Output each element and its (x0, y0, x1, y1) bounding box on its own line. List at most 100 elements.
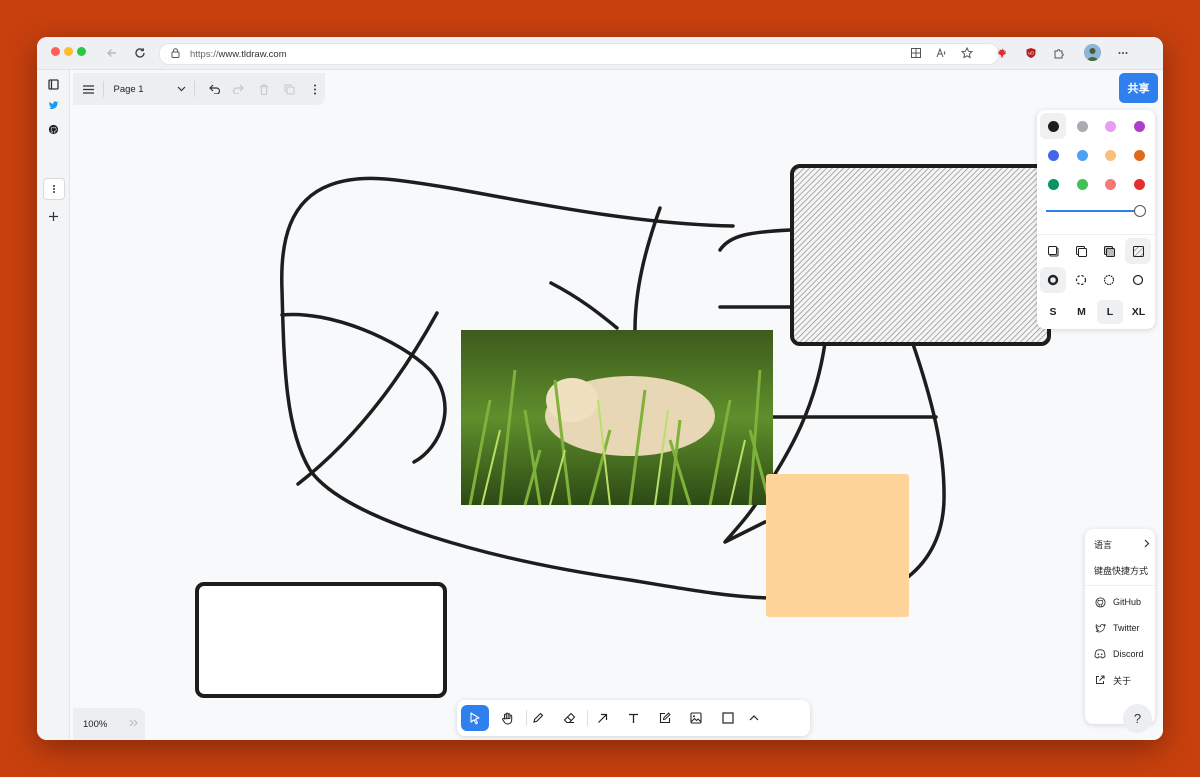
share-button[interactable]: 共享 (1119, 73, 1158, 103)
reload-icon[interactable] (131, 44, 149, 62)
redo-icon[interactable] (228, 78, 249, 100)
profile-avatar[interactable] (1084, 44, 1101, 61)
about-menu-item[interactable]: 关于 (1094, 673, 1131, 687)
color-swatch[interactable] (1105, 179, 1117, 190)
freehand-stroke (280, 312, 447, 464)
text-tool[interactable] (619, 705, 647, 731)
page-select[interactable]: Page 1 (113, 84, 186, 95)
fill-pattern-icon[interactable] (1125, 238, 1151, 264)
color-swatch[interactable] (1048, 150, 1059, 161)
twitter-menu-item[interactable]: Twitter (1094, 621, 1140, 635)
more-tools-chevron-up-icon[interactable] (743, 705, 765, 731)
tab-actions-icon[interactable] (43, 74, 63, 94)
select-tool[interactable] (461, 705, 489, 731)
divider (194, 81, 196, 97)
color-swatch[interactable] (1076, 150, 1088, 161)
dash-draw-icon[interactable] (1040, 267, 1066, 293)
help-menu: 语言 键盘快捷方式 GitHub Twitter Discord 关于 (1085, 529, 1155, 724)
github-icon (1094, 596, 1106, 608)
dash-dashed-icon[interactable] (1068, 267, 1094, 293)
color-swatch[interactable] (1076, 121, 1088, 132)
shortcuts-label: 键盘快捷方式 (1094, 565, 1149, 576)
canvas-shapes (195, 164, 1051, 698)
asset-tool[interactable] (682, 705, 710, 731)
new-tab-plus-icon[interactable] (43, 206, 63, 226)
url-protocol: https:// (190, 48, 219, 60)
note-tool[interactable] (651, 705, 679, 731)
color-swatch[interactable] (1133, 150, 1145, 161)
keyboard-shortcuts-menu-item[interactable]: 键盘快捷方式 (1094, 563, 1148, 577)
draw-tool[interactable] (524, 705, 552, 731)
minimize-window-button[interactable] (64, 47, 73, 56)
rectangle-tool[interactable] (714, 705, 742, 731)
language-label: 语言 (1094, 539, 1113, 550)
lock-icon (171, 47, 180, 61)
dash-dotted-icon[interactable] (1096, 267, 1122, 293)
fill-none-icon[interactable] (1040, 238, 1066, 264)
back-arrow-icon[interactable] (103, 44, 121, 62)
empty-rectangle (195, 582, 447, 698)
opacity-track (1046, 210, 1140, 212)
ublock-extension-icon[interactable]: uO (1023, 45, 1039, 61)
address-bar[interactable]: https://www.tldraw.com (159, 43, 999, 65)
color-swatch[interactable] (1133, 179, 1145, 190)
size-option-s[interactable]: S (1040, 300, 1066, 324)
github-menu-item[interactable]: GitHub (1094, 595, 1141, 609)
read-aloud-icon[interactable] (933, 45, 949, 61)
maple-leaf-extension-icon[interactable] (994, 45, 1010, 61)
panel-divider (1037, 234, 1155, 235)
freehand-stroke (633, 206, 662, 332)
drawing-canvas[interactable]: Page 1 共享 S M L XL 语言 键盘快捷方式 GitHub Twit… (70, 70, 1163, 740)
color-swatch[interactable] (1105, 150, 1117, 161)
hand-tool[interactable] (493, 705, 521, 731)
help-button[interactable]: ? (1123, 704, 1152, 733)
sidebar-more-icon[interactable] (43, 178, 65, 200)
color-swatch[interactable] (1105, 121, 1117, 132)
freehand-stroke (718, 228, 792, 252)
sticky-note (766, 474, 909, 617)
color-swatch[interactable] (1048, 121, 1059, 132)
hatched-rectangle (790, 164, 1051, 346)
zoom-level[interactable]: 100% (83, 719, 107, 730)
opacity-thumb[interactable] (1134, 205, 1146, 217)
language-menu-item[interactable]: 语言 (1094, 537, 1150, 551)
extensions-puzzle-icon[interactable] (1051, 45, 1067, 61)
discord-label: Discord (1113, 649, 1144, 659)
size-option-xl[interactable]: XL (1126, 300, 1152, 324)
hamburger-menu-icon[interactable] (78, 78, 99, 100)
browser-sidebar (37, 70, 70, 740)
fill-semi-icon[interactable] (1068, 238, 1094, 264)
opacity-slider[interactable] (1046, 205, 1146, 217)
color-swatch[interactable] (1048, 179, 1059, 190)
color-swatch[interactable] (1076, 179, 1088, 190)
size-option-l[interactable]: L (1097, 300, 1123, 324)
size-option-m[interactable]: M (1069, 300, 1095, 324)
color-swatch[interactable] (1133, 121, 1145, 132)
twitter-icon (1094, 622, 1106, 634)
undo-icon[interactable] (204, 78, 225, 100)
favorite-star-icon[interactable] (959, 45, 975, 61)
more-actions-icon[interactable] (304, 78, 325, 100)
maximize-window-button[interactable] (77, 47, 86, 56)
discord-menu-item[interactable]: Discord (1094, 647, 1144, 661)
cat-photo (461, 330, 773, 506)
eraser-tool[interactable] (555, 705, 583, 731)
divider (102, 81, 104, 97)
more-options-icon[interactable] (1115, 45, 1131, 61)
dash-solid-icon[interactable] (1125, 267, 1151, 293)
duplicate-icon[interactable] (279, 78, 300, 100)
browser-titlebar: https://www.tldraw.com uO (37, 37, 1163, 70)
trash-icon[interactable] (253, 78, 274, 100)
page-name: Page 1 (113, 83, 144, 95)
close-window-button[interactable] (51, 47, 60, 56)
style-panel: S M L XL (1037, 110, 1155, 329)
expand-minimap-icon[interactable] (129, 719, 139, 730)
chevron-right-icon (1144, 539, 1150, 550)
arrow-tool[interactable] (588, 705, 616, 731)
fill-solid-icon[interactable] (1096, 238, 1122, 264)
github-tab-icon[interactable] (43, 119, 63, 139)
svg-text:uO: uO (1028, 51, 1034, 56)
twitter-tab-icon[interactable] (43, 95, 63, 115)
app-available-icon[interactable] (908, 45, 924, 61)
chevron-down-icon (177, 84, 186, 95)
